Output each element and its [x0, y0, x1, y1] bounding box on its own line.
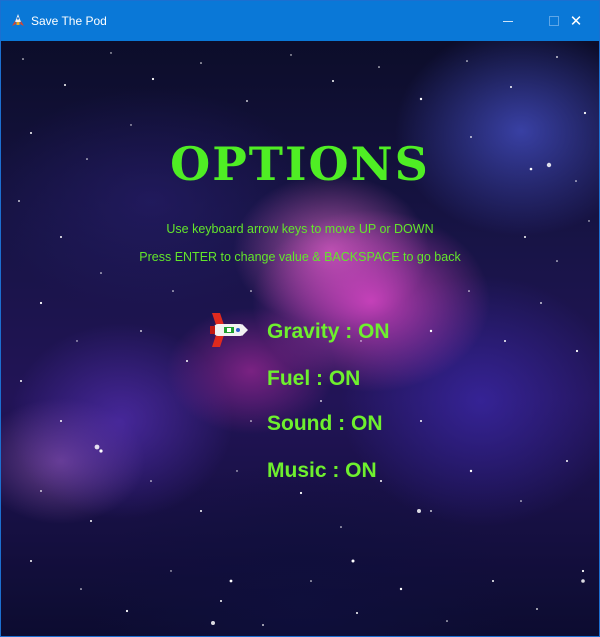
option-gravity[interactable]: Gravity : ON: [267, 319, 390, 345]
title-bar[interactable]: Save The Pod ✕: [1, 1, 599, 41]
minimize-icon: [503, 20, 513, 22]
option-music[interactable]: Music : ON: [267, 458, 377, 484]
app-rocket-icon: [12, 14, 24, 26]
close-icon: ✕: [569, 11, 583, 30]
spaceship-icon: [210, 313, 248, 347]
option-fuel[interactable]: Fuel : ON: [267, 366, 360, 392]
instruction-enter-backspace: Press ENTER to change value & BACKSPACE …: [139, 250, 461, 264]
game-canvas[interactable]: OPTIONS Use keyboard arrow keys to move …: [1, 41, 599, 636]
game-window: Save The Pod ✕ OPTIONS Use keyboard arro…: [0, 0, 600, 637]
options-heading: OPTIONS: [170, 137, 430, 191]
close-button[interactable]: ✕: [553, 1, 599, 41]
instruction-navigate: Use keyboard arrow keys to move UP or DO…: [166, 222, 434, 236]
option-sound[interactable]: Sound : ON: [267, 411, 382, 437]
window-title: Save The Pod: [31, 14, 107, 28]
minimize-button[interactable]: [485, 1, 531, 41]
